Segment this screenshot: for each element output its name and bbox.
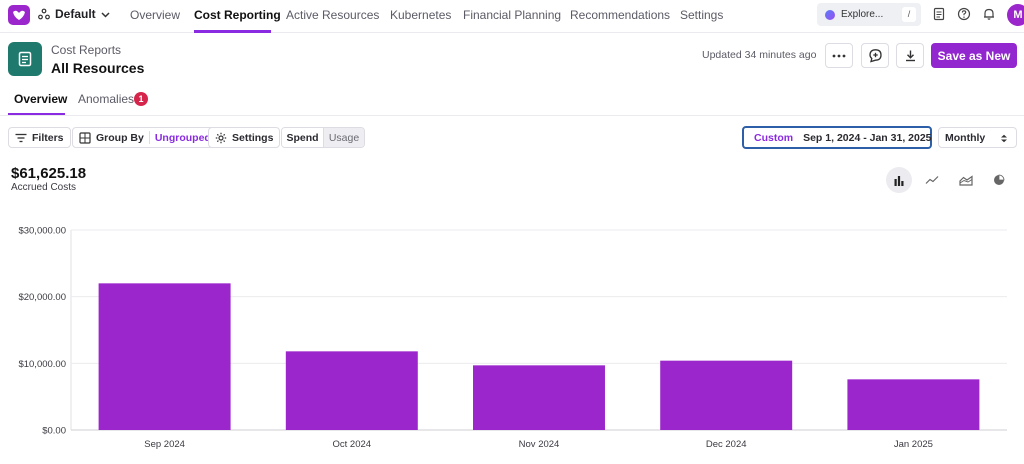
x-tick-label: Nov 2024 xyxy=(519,439,560,450)
x-tick-label: Oct 2024 xyxy=(333,439,372,450)
workspace-icon xyxy=(38,8,50,20)
download-icon xyxy=(905,50,915,62)
explore-search[interactable]: Explore... / xyxy=(817,3,921,26)
gear-icon xyxy=(215,132,227,143)
group-by-value: Ungrouped xyxy=(154,131,211,144)
sort-arrows-icon xyxy=(1001,134,1007,143)
spend-option[interactable]: Spend xyxy=(282,128,324,147)
filters-label: Filters xyxy=(32,131,64,144)
group-by-label: Group By xyxy=(96,131,144,144)
subtab-anomalies[interactable]: Anomalies xyxy=(78,92,134,106)
date-mode: Custom xyxy=(754,131,794,144)
nav-tab-cost-reporting[interactable]: Cost Reporting xyxy=(194,8,281,22)
ellipsis-icon xyxy=(832,54,846,57)
explore-placeholder: Explore... xyxy=(841,9,884,20)
comment-button[interactable] xyxy=(861,43,889,68)
chevron-down-icon xyxy=(101,11,110,18)
bell-icon[interactable] xyxy=(982,7,996,21)
bar-jan-2025[interactable] xyxy=(847,379,980,430)
nav-tab-financial-planning[interactable]: Financial Planning xyxy=(463,8,561,22)
divider xyxy=(0,115,1024,116)
filters-button[interactable]: Filters xyxy=(8,127,71,148)
settings-label: Settings xyxy=(232,131,274,144)
area-chart-icon xyxy=(959,174,973,186)
total-cost-label: Accrued Costs xyxy=(11,182,77,193)
y-tick-label: $0.00 xyxy=(42,426,66,437)
line-chart-toggle[interactable] xyxy=(919,167,945,193)
help-icon[interactable] xyxy=(957,7,971,21)
active-tab-indicator xyxy=(194,30,271,33)
comment-add-icon xyxy=(868,49,882,63)
user-avatar[interactable]: M xyxy=(1007,4,1024,26)
usage-option[interactable]: Usage xyxy=(324,128,364,147)
bar-dec-2024[interactable] xyxy=(660,360,793,430)
y-tick-label: $20,000.00 xyxy=(18,292,66,303)
bar-oct-2024[interactable] xyxy=(285,351,418,430)
shortcut-key: / xyxy=(902,7,916,22)
y-tick-label: $30,000.00 xyxy=(18,226,66,237)
nav-tab-settings[interactable]: Settings xyxy=(680,8,723,22)
y-tick-label: $10,000.00 xyxy=(18,359,66,370)
x-tick-label: Dec 2024 xyxy=(706,439,747,450)
line-chart-icon xyxy=(925,176,939,184)
nav-tab-active-resources[interactable]: Active Resources xyxy=(286,8,379,22)
page-title: All Resources xyxy=(51,60,145,76)
group-by-button[interactable]: Group By Ungrouped xyxy=(72,127,218,148)
bar-sep-2024[interactable] xyxy=(98,283,231,430)
settings-button[interactable]: Settings xyxy=(208,127,281,148)
nav-tab-kubernetes[interactable]: Kubernetes xyxy=(390,8,451,22)
date-range-value: Sep 1, 2024 - Jan 31, 2025 xyxy=(803,131,932,144)
workspace-name: Default xyxy=(55,7,96,21)
interval-value: Monthly xyxy=(945,131,986,144)
interval-select[interactable]: Monthly xyxy=(938,127,1017,148)
cost-bar-chart: $0.00 $10,000.00 $20,000.00 $30,000.00 Sep 2… xyxy=(18,226,1007,450)
area-chart-toggle[interactable] xyxy=(953,167,979,193)
more-options-button[interactable] xyxy=(825,43,853,68)
bar-chart-icon xyxy=(894,175,904,186)
document-icon xyxy=(18,51,32,67)
subtab-overview[interactable]: Overview xyxy=(14,92,67,106)
nav-tab-recommendations[interactable]: Recommendations xyxy=(570,8,670,22)
grid-icon xyxy=(79,131,91,144)
report-icon xyxy=(8,42,42,76)
bar-chart-toggle[interactable] xyxy=(886,167,912,193)
pie-chart-icon xyxy=(994,174,1005,185)
bar-nov-2024[interactable] xyxy=(473,365,605,430)
pie-chart-toggle[interactable] xyxy=(986,167,1012,193)
download-button[interactable] xyxy=(896,43,924,68)
total-cost: $61,625.18 xyxy=(11,165,87,182)
brand-logo-icon[interactable] xyxy=(8,5,30,25)
anomalies-count-badge: 1 xyxy=(134,92,148,106)
x-tick-label: Sep 2024 xyxy=(144,439,185,450)
explore-icon xyxy=(825,9,835,20)
workspace-selector[interactable]: Default xyxy=(38,7,110,21)
spend-usage-toggle: Spend Usage xyxy=(281,127,365,148)
date-range-picker[interactable]: Custom Sep 1, 2024 - Jan 31, 2025 xyxy=(742,126,932,149)
x-tick-label: Jan 2025 xyxy=(894,439,933,450)
filter-icon xyxy=(15,133,27,142)
nav-tab-overview[interactable]: Overview xyxy=(130,8,180,22)
save-as-new-button[interactable]: Save as New xyxy=(931,43,1017,68)
updated-timestamp: Updated 34 minutes ago xyxy=(702,49,817,61)
breadcrumb[interactable]: Cost Reports xyxy=(51,43,121,57)
top-nav: Default Overview Cost Reporting Active R… xyxy=(0,0,1024,33)
document-icon[interactable] xyxy=(932,7,946,21)
